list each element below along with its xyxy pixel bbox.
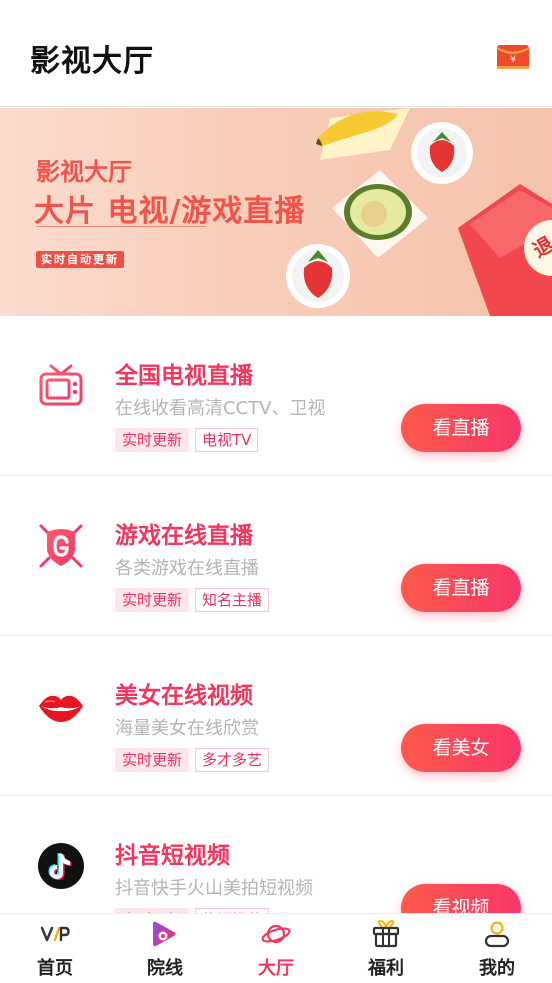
tag-badge: 电视TV [195, 428, 259, 452]
tab-label: 院线 [147, 958, 183, 979]
list-item-game[interactable]: 游戏在线直播 各类游戏在线直播 实时更新 知名主播 看直播 [0, 476, 552, 636]
tab-label: 首页 [37, 958, 73, 979]
tag-badge: 多才多艺 [195, 748, 270, 772]
game-shield-icon [39, 524, 83, 568]
tab-welfare[interactable]: 福利 [331, 914, 441, 983]
item-description: 抖音快手火山美拍短视频 [115, 878, 313, 899]
banner-subtitle: 影视大厅 [36, 158, 132, 186]
page-title: 影视大厅 [30, 44, 154, 79]
banner-fruit-illustration: 退 [286, 108, 552, 316]
tab-label: 福利 [368, 958, 404, 979]
item-title: 全国电视直播 [115, 363, 253, 389]
play-film-icon [153, 921, 176, 947]
tag-badge: 实时更新 [115, 588, 190, 612]
svg-text:¥: ¥ [510, 55, 516, 65]
list-item-beauty[interactable]: 美女在线视频 海量美女在线欣赏 实时更新 多才多艺 看美女 [0, 636, 552, 796]
banner-tag: 实时自动更新 [36, 251, 124, 268]
tab-home[interactable]: 首页 [0, 914, 110, 983]
tag-badge: 实时更新 [115, 748, 190, 772]
item-title: 美女在线视频 [115, 683, 253, 709]
tv-icon [39, 364, 83, 406]
item-tags: 实时更新 电视TV [115, 428, 259, 452]
gift-icon [372, 920, 400, 948]
watch-live-button[interactable]: 看直播 [401, 404, 521, 452]
vip-icon [40, 926, 70, 942]
item-title: 游戏在线直播 [115, 523, 253, 549]
item-title: 抖音短视频 [115, 843, 230, 869]
lips-icon [39, 695, 83, 722]
item-description: 在线收看高清CCTV、卫视 [115, 398, 326, 419]
banner-divider [36, 226, 206, 227]
app-header: 影视大厅 ¥ [0, 0, 552, 107]
watch-live-button[interactable]: 看直播 [401, 564, 521, 612]
tag-badge: 知名主播 [195, 588, 270, 612]
red-envelope-icon[interactable]: ¥ [496, 41, 530, 71]
tab-hall[interactable]: 大厅 [221, 914, 331, 983]
tiktok-icon [38, 843, 84, 889]
watch-beauty-button[interactable]: 看美女 [401, 724, 521, 772]
promo-banner[interactable]: 影视大厅 大片 电视/游戏直播 实时自动更新 退 [0, 108, 552, 316]
planet-icon [261, 924, 291, 944]
tag-badge: 实时更新 [115, 428, 190, 452]
item-tags: 实时更新 多才多艺 [115, 748, 270, 772]
list-item-tv[interactable]: 全国电视直播 在线收看高清CCTV、卫视 实时更新 电视TV 看直播 [0, 316, 552, 476]
tab-label: 大厅 [258, 958, 294, 979]
item-tags: 实时更新 知名主播 [115, 588, 270, 612]
banner-headline: 大片 电视/游戏直播 [34, 194, 306, 229]
tab-mine[interactable]: 我的 [442, 914, 552, 983]
bottom-tab-bar: 首页 院线 大厅 福利 我的 [0, 913, 552, 983]
tab-cinema[interactable]: 院线 [110, 914, 220, 983]
tab-label: 我的 [479, 958, 515, 979]
item-description: 各类游戏在线直播 [115, 558, 259, 579]
user-icon [484, 921, 510, 948]
item-description: 海量美女在线欣赏 [115, 718, 259, 739]
